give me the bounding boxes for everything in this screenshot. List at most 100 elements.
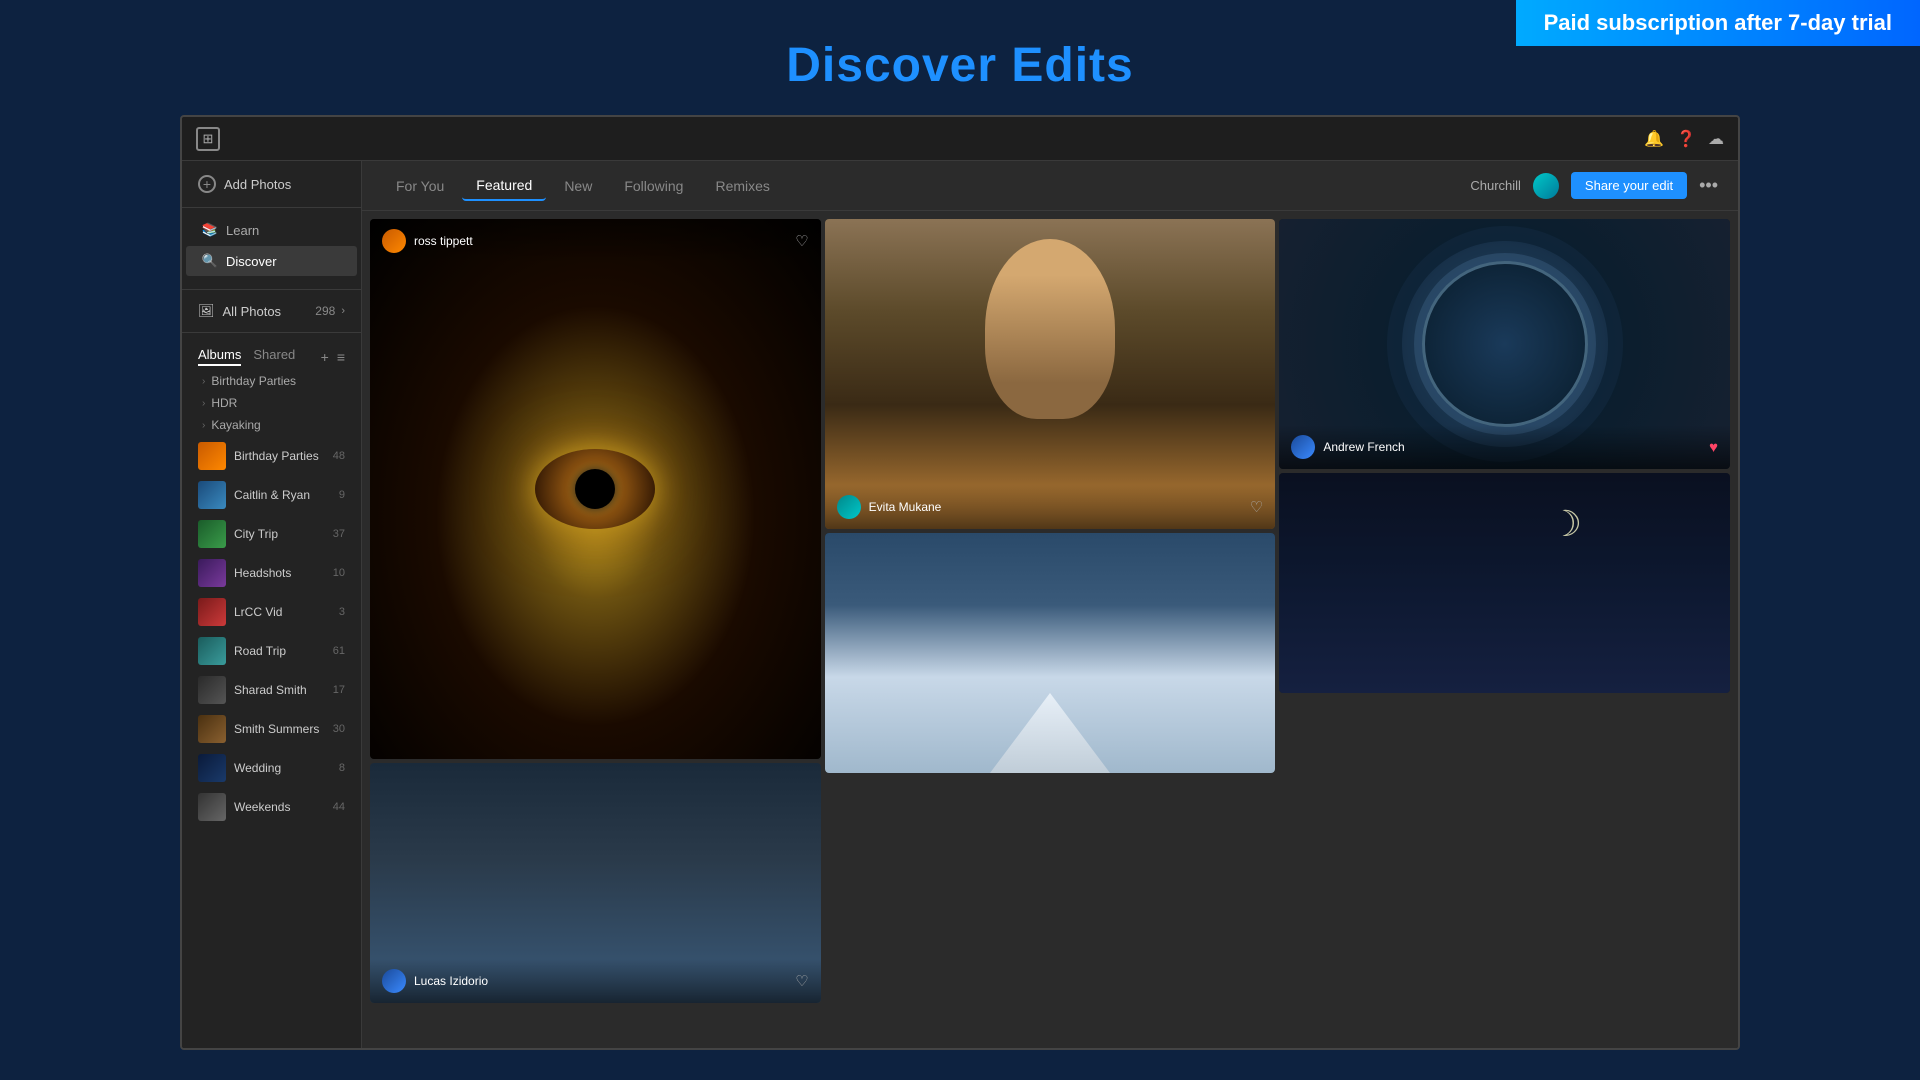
share-edit-button[interactable]: Share your edit (1571, 172, 1687, 199)
tab-shared[interactable]: Shared (253, 347, 295, 366)
albums-header-actions: + ≡ (321, 349, 345, 365)
photo-overlay-evita: Evita Mukane ♡ (825, 485, 1276, 529)
album-item[interactable]: LrCC Vid 3 (186, 593, 357, 631)
sidebar-item-discover[interactable]: 🔍 Discover (186, 246, 357, 276)
album-item[interactable]: Smith Summers 30 (186, 710, 357, 748)
author-avatar-andrew (1291, 435, 1315, 459)
album-name: Headshots (234, 566, 325, 580)
moon-image (1279, 473, 1730, 693)
albums-tabs: Albums Shared (198, 347, 321, 366)
album-name: City Trip (234, 527, 325, 541)
all-photos-row[interactable]: 🖼 All Photos 298 › (182, 296, 361, 326)
bell-icon[interactable]: 🔔 (1644, 129, 1664, 149)
add-photos-button[interactable]: + Add Photos (182, 161, 361, 208)
author-name-ross: ross tippett (414, 234, 787, 248)
albums-header: Albums Shared + ≡ (182, 339, 361, 370)
album-thumbnail (198, 715, 226, 743)
album-item[interactable]: Road Trip 61 (186, 632, 357, 670)
page-title: Discover Edits (786, 38, 1133, 93)
album-count: 48 (333, 450, 345, 462)
album-count: 10 (333, 567, 345, 579)
album-item[interactable]: Headshots 10 (186, 554, 357, 592)
author-avatar-ross (382, 229, 406, 253)
photo-card-spiral[interactable]: Andrew French ♥ (1279, 219, 1730, 469)
sidebar-divider-2 (182, 332, 361, 333)
album-item[interactable]: City Trip 37 (186, 515, 357, 553)
album-count: 44 (333, 801, 345, 813)
author-name-evita: Evita Mukane (869, 500, 1242, 514)
sidebar-item-learn[interactable]: 📚 Learn (186, 215, 357, 245)
chevron-right-icon: › (202, 420, 205, 431)
tab-following[interactable]: Following (610, 172, 697, 200)
window-icon[interactable]: ⊞ (196, 127, 220, 151)
album-count: 9 (339, 489, 345, 501)
tab-albums[interactable]: Albums (198, 347, 241, 366)
album-count: 17 (333, 684, 345, 696)
photo-column-1: ross tippett ♡ Lucas Izidorio ♡ (370, 219, 821, 1003)
chevron-right-icon: › (202, 398, 205, 409)
tab-new[interactable]: New (550, 172, 606, 200)
more-options-icon[interactable]: ••• (1699, 175, 1718, 196)
help-icon[interactable]: ❓ (1676, 129, 1696, 149)
album-thumbnail (198, 793, 226, 821)
album-thumbnail (198, 598, 226, 626)
title-bar-actions: 🔔 ❓ ☁ (1644, 129, 1724, 149)
photo-card-moon[interactable] (1279, 473, 1730, 693)
like-button-lucas[interactable]: ♡ (795, 972, 808, 990)
add-album-icon[interactable]: + (321, 349, 329, 365)
trial-banner: Paid subscription after 7-day trial (1516, 0, 1920, 46)
eye-image (370, 219, 821, 759)
trial-banner-text: Paid subscription after 7-day trial (1544, 10, 1892, 35)
album-thumbnail (198, 559, 226, 587)
album-thumbnail (198, 754, 226, 782)
photo-overlay-lucas: Lucas Izidorio ♡ (370, 959, 821, 1003)
sidebar: + Add Photos 📚 Learn 🔍 Discover 🖼 All Ph… (182, 161, 362, 1048)
album-item[interactable]: Weekends 44 (186, 788, 357, 826)
tab-remixes[interactable]: Remixes (701, 172, 783, 200)
tab-for-you[interactable]: For You (382, 172, 458, 200)
plus-icon: + (198, 175, 216, 193)
album-item[interactable]: Birthday Parties 48 (186, 437, 357, 475)
chevron-right-icon: › (202, 376, 205, 387)
photo-overlay-andrew: Andrew French ♥ (1279, 425, 1730, 469)
app-body: + Add Photos 📚 Learn 🔍 Discover 🖼 All Ph… (182, 161, 1738, 1048)
album-name: Wedding (234, 761, 331, 775)
album-thumbnail (198, 481, 226, 509)
album-item[interactable]: Wedding 8 (186, 749, 357, 787)
photo-card-lucas[interactable]: Lucas Izidorio ♡ (370, 763, 821, 1003)
photo-card-snow[interactable] (825, 533, 1276, 773)
woman-image (825, 219, 1276, 529)
photo-column-2: Evita Mukane ♡ (825, 219, 1276, 773)
sidebar-nav-section: 📚 Learn 🔍 Discover (182, 208, 361, 283)
cloud-icon[interactable]: ☁ (1708, 129, 1724, 149)
album-group-hdr[interactable]: › HDR (182, 392, 361, 414)
album-count: 30 (333, 723, 345, 735)
album-group-kayaking[interactable]: › Kayaking (182, 414, 361, 436)
like-button-eye[interactable]: ♡ (795, 232, 808, 250)
album-name: Caitlin & Ryan (234, 488, 331, 502)
tab-featured[interactable]: Featured (462, 171, 546, 201)
album-name: Sharad Smith (234, 683, 325, 697)
discover-icon: 🔍 (202, 253, 218, 269)
album-thumbnail (198, 520, 226, 548)
album-thumbnail (198, 637, 226, 665)
snow-image (825, 533, 1276, 773)
author-name-lucas: Lucas Izidorio (414, 974, 787, 988)
author-avatar-lucas (382, 969, 406, 993)
author-avatar-evita (837, 495, 861, 519)
photo-card-eye[interactable]: ross tippett ♡ (370, 219, 821, 759)
user-label: Churchill (1470, 178, 1521, 193)
photo-grid: ross tippett ♡ Lucas Izidorio ♡ (362, 211, 1738, 1048)
photos-icon: 🖼 (198, 303, 215, 319)
album-item[interactable]: Caitlin & Ryan 9 (186, 476, 357, 514)
album-count: 3 (339, 606, 345, 618)
photo-column-3: Andrew French ♥ (1279, 219, 1730, 693)
album-item[interactable]: Sharad Smith 17 (186, 671, 357, 709)
like-button-evita[interactable]: ♡ (1250, 498, 1263, 516)
sort-albums-icon[interactable]: ≡ (337, 349, 345, 365)
photo-card-woman[interactable]: Evita Mukane ♡ (825, 219, 1276, 529)
nav-bar: For You Featured New Following Remixes C… (362, 161, 1738, 211)
like-button-andrew[interactable]: ♥ (1709, 439, 1718, 456)
album-group-birthday[interactable]: › Birthday Parties (182, 370, 361, 392)
user-avatar (1533, 173, 1559, 199)
